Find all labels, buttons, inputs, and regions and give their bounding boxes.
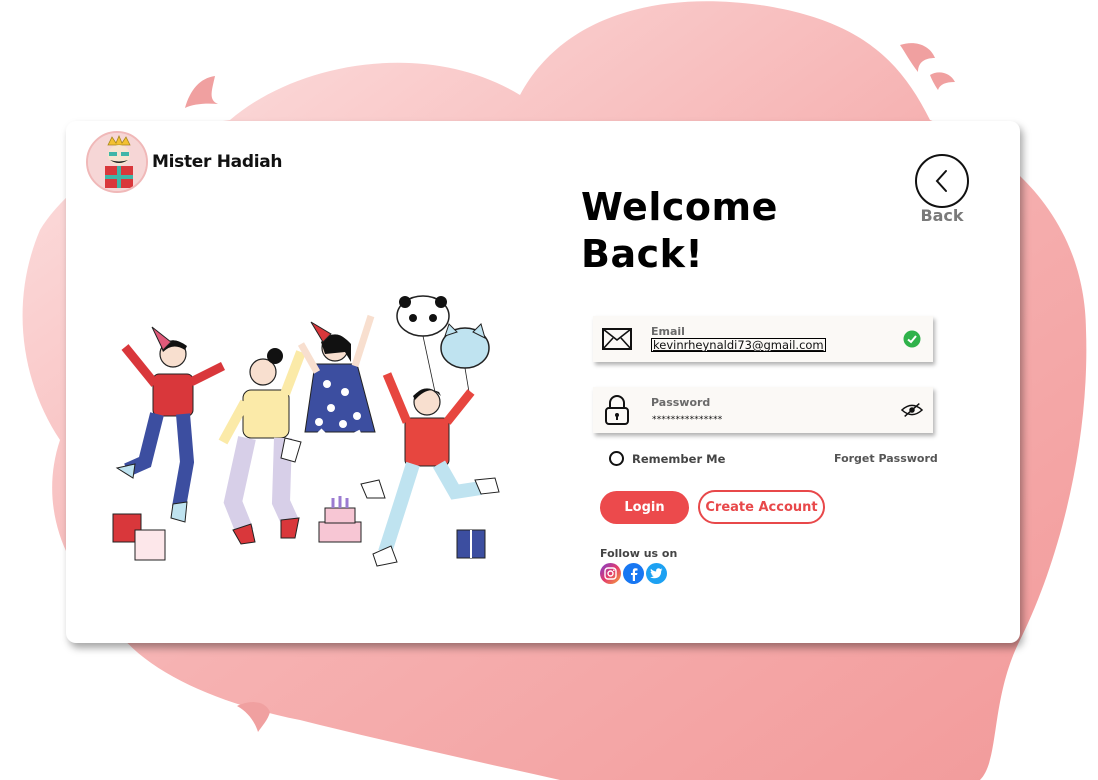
login-button[interactable]: Login [600, 491, 689, 524]
remember-me-radio[interactable] [609, 451, 624, 466]
brand-name: Mister Hadiah [152, 152, 283, 172]
instagram-icon[interactable] [600, 563, 621, 584]
create-account-button[interactable]: Create Account [698, 490, 825, 524]
page-title-line2: Back! [581, 232, 704, 276]
forget-password-link[interactable]: Forget Password [834, 452, 938, 465]
page-title: Welcome Back! [581, 184, 841, 278]
back-label: Back [920, 206, 964, 225]
follow-us-label: Follow us on [600, 547, 678, 560]
social-links [600, 563, 667, 584]
password-input[interactable]: *************** [651, 414, 724, 426]
eye-slash-icon[interactable] [901, 400, 923, 420]
remember-me[interactable]: Remember Me [609, 451, 725, 466]
email-field[interactable]: Email kevinrheynaldi73@gmail.com [593, 316, 933, 362]
chevron-left-icon[interactable] [915, 154, 969, 208]
email-input[interactable]: kevinrheynaldi73@gmail.com [651, 338, 826, 352]
brand-logo [86, 131, 148, 193]
party-illustration [112, 295, 500, 567]
facebook-icon[interactable] [623, 563, 644, 584]
envelope-icon [601, 324, 633, 354]
page-title-line1: Welcome [581, 185, 778, 229]
brand-header: Mister Hadiah [86, 131, 283, 193]
password-label: Password [651, 396, 711, 409]
password-field[interactable]: Password *************** [593, 387, 933, 433]
remember-me-label: Remember Me [632, 451, 726, 466]
email-label: Email [651, 325, 685, 338]
check-icon [901, 329, 923, 349]
back-button[interactable]: Back [914, 154, 970, 225]
twitter-icon[interactable] [646, 563, 667, 584]
lock-icon [601, 395, 633, 425]
